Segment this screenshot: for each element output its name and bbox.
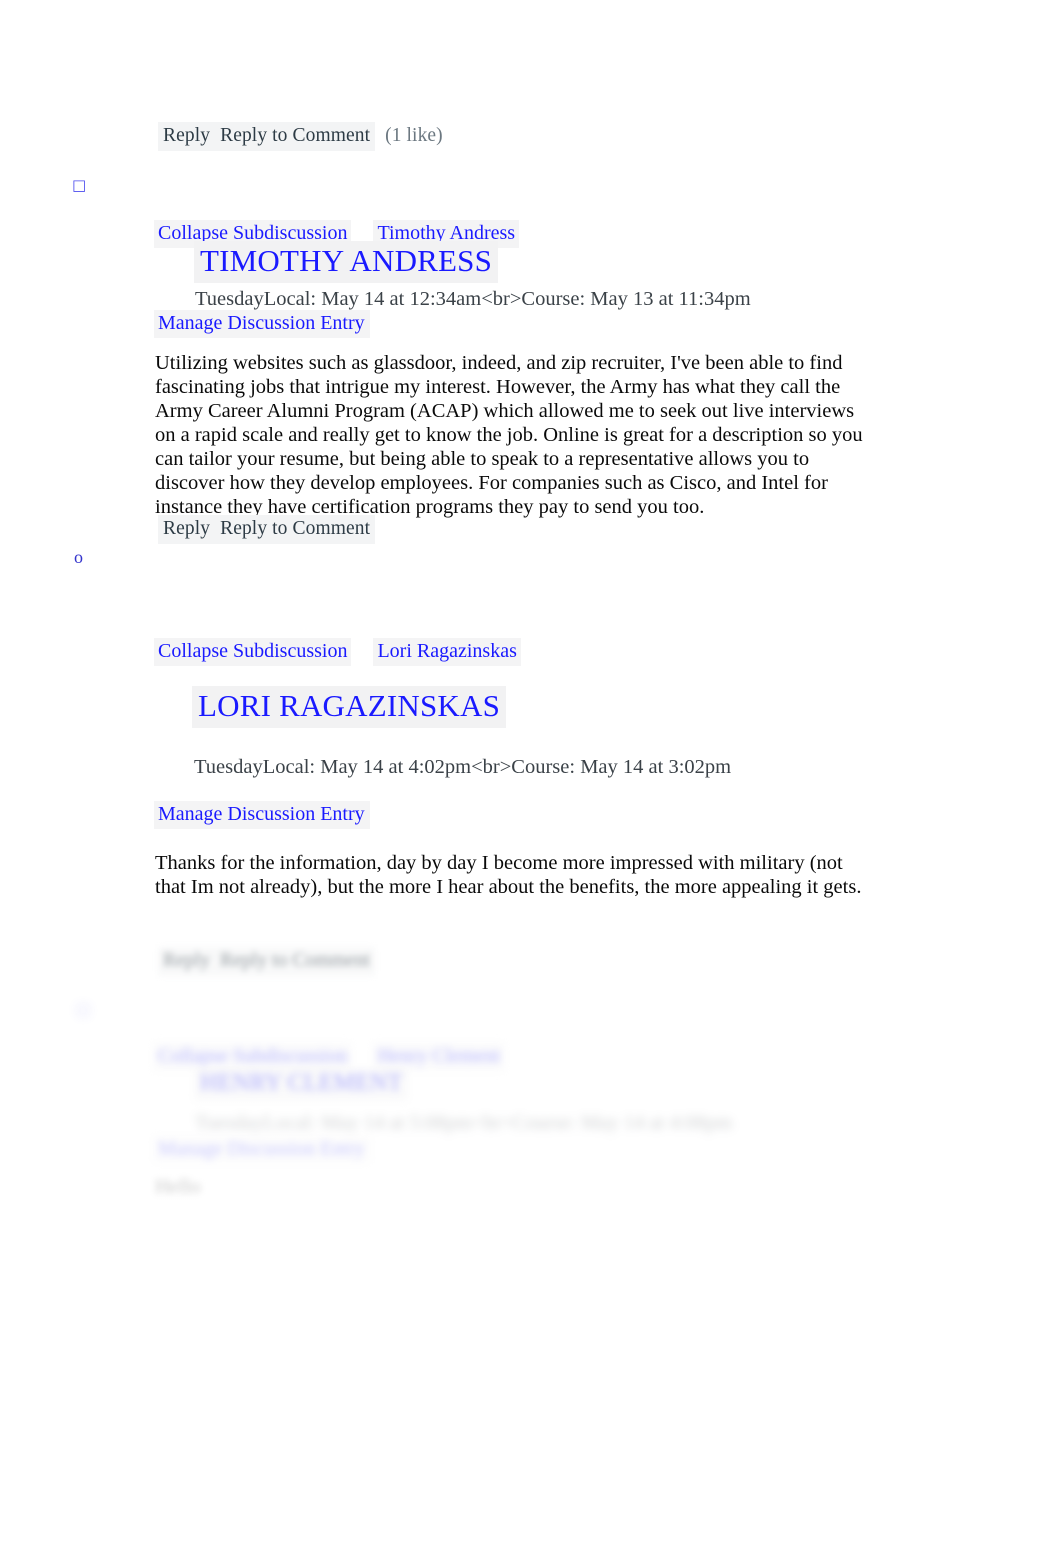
fade-overlay — [0, 900, 1062, 1300]
entry-timestamp-1: TuesdayLocal: May 14 at 12:34am<br>Cours… — [195, 288, 751, 310]
reply-to-comment-button[interactable]: Reply to Comment — [215, 122, 376, 151]
entry-author-heading-2: LORI RAGAZINSKAS — [192, 686, 507, 728]
reply-button[interactable]: Reply — [158, 122, 216, 151]
manage-discussion-entry-link-1[interactable]: Manage Discussion Entry — [154, 310, 370, 338]
entry-body-3: Hello — [155, 1176, 201, 1198]
entry-author-heading-1: TIMOTHY ANDRESS — [194, 241, 499, 283]
manage-discussion-entry-row-2: Manage Discussion Entry — [154, 801, 370, 829]
list-marker-tofu-icon: □ — [72, 176, 87, 194]
reply-button-1[interactable]: Reply — [158, 515, 216, 544]
reply-to-comment-button-2[interactable]: Reply to Comment — [215, 947, 376, 976]
list-marker-circle-icon: o — [74, 547, 83, 567]
author-link-3[interactable]: Henry Clement — [373, 1043, 505, 1071]
entry-body-1: Utilizing websites such as glassdoor, in… — [155, 352, 863, 518]
collapse-subdiscussion-row-2: Collapse Subdiscussion Lori Ragazinskas — [154, 638, 521, 666]
manage-discussion-entry-link-2[interactable]: Manage Discussion Entry — [154, 801, 370, 829]
action-bar-entry-1: Reply Reply to Comment — [158, 515, 376, 544]
entry-body-2: Thanks for the information, day by day I… — [155, 852, 862, 898]
collapse-subdiscussion-link-2[interactable]: Collapse Subdiscussion — [154, 638, 352, 666]
entry-timestamp-3: TuesdayLocal: May 14 at 5:08pm<br>Course… — [195, 1112, 733, 1134]
like-count: (1 like) — [385, 125, 443, 146]
reply-button-2[interactable]: Reply — [158, 947, 216, 976]
manage-discussion-entry-row-3: Manage Discussion Entry — [154, 1136, 370, 1164]
author-link-2[interactable]: Lori Ragazinskas — [373, 638, 521, 666]
faded-thread-tail: Reply Reply to Comment □ Collapse Subdisc… — [0, 930, 1062, 1230]
collapse-subdiscussion-link-3[interactable]: Collapse Subdiscussion — [154, 1043, 352, 1071]
collapse-subdiscussion-row-3: Collapse Subdiscussion Henry Clement — [154, 1043, 505, 1071]
entry-author-heading-3: HENRY CLEMENT — [194, 1068, 409, 1101]
action-bar-top: Reply Reply to Comment (1 like) — [158, 122, 443, 151]
list-marker-faded-icon: □ — [76, 1000, 91, 1018]
manage-discussion-entry-row-1: Manage Discussion Entry — [154, 310, 370, 338]
manage-discussion-entry-link-3[interactable]: Manage Discussion Entry — [154, 1136, 370, 1164]
action-bar-entry-2: Reply Reply to Comment — [158, 947, 376, 976]
entry-timestamp-2: TuesdayLocal: May 14 at 4:02pm<br>Course… — [194, 756, 732, 778]
reply-to-comment-button-1[interactable]: Reply to Comment — [215, 515, 376, 544]
document-page: Reply Reply to Comment (1 like) □ Collapse… — [0, 0, 1062, 1561]
